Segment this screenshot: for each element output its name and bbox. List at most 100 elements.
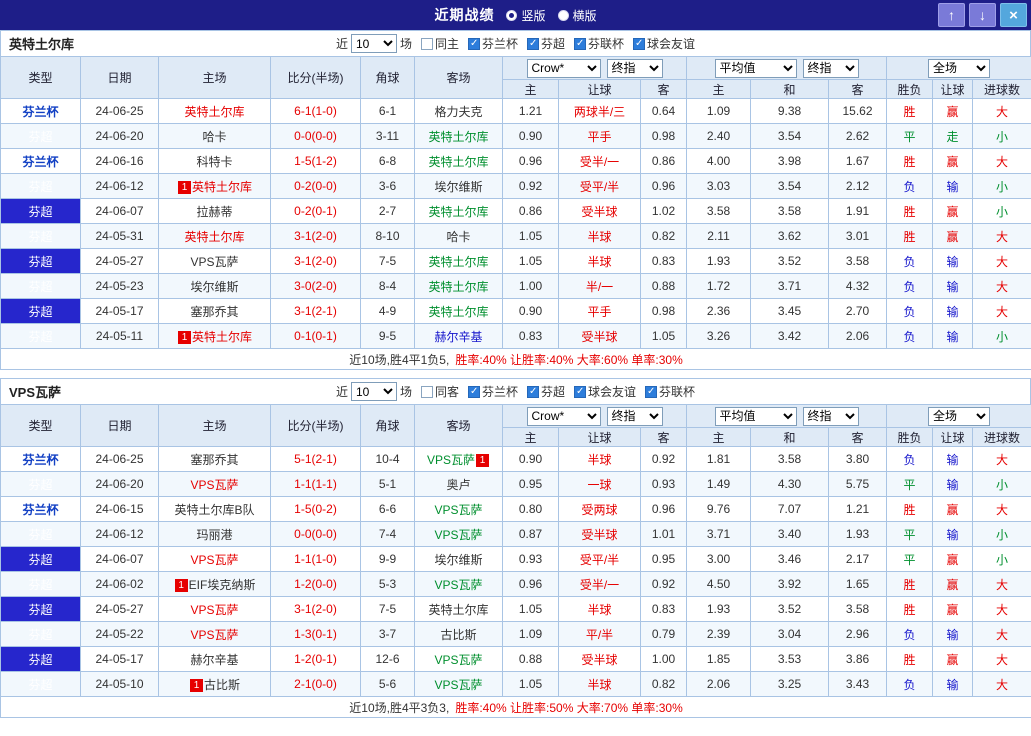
filter-option-1[interactable]: 芬兰杯 xyxy=(467,383,518,400)
team-link[interactable]: 英特土尔库 xyxy=(428,280,488,294)
match-row: 芬兰杯 24-06-15 英特土尔库B队 1-5(0-2) 6-6 VPS瓦萨 0.80 受两… xyxy=(0,496,1031,522)
home-team-cell: 1 古比斯 xyxy=(158,671,271,697)
checkbox-checked-icon[interactable] xyxy=(527,385,539,398)
team-link[interactable]: 英特土尔库 xyxy=(428,130,488,144)
match-date-cell: 24-05-22 xyxy=(80,621,159,647)
team-link[interactable]: 埃尔维斯 xyxy=(434,553,482,567)
scroll-up-button[interactable]: ↑ xyxy=(938,3,965,27)
radio-horizontal[interactable]: 横版 xyxy=(557,7,597,24)
summary-cell: 近10场,胜4平1负5, 胜率:40% 让胜率:40% 大率:60% 单率:30% xyxy=(0,348,1031,370)
corners-cell: 6-6 xyxy=(360,496,415,522)
team-link[interactable]: 哈卡 xyxy=(446,230,470,244)
filter-option-1[interactable]: 芬兰杯 xyxy=(467,35,518,52)
checkbox-checked-icon[interactable] xyxy=(574,37,587,50)
avg-home-odds-cell: 1.72 xyxy=(686,273,752,299)
filter-option-3[interactable]: 芬联杯 xyxy=(574,35,624,52)
team-link[interactable]: VPS瓦萨 xyxy=(434,653,482,667)
team-link[interactable]: VPS瓦萨 xyxy=(434,528,482,542)
filter-option-0[interactable]: 同主 xyxy=(420,35,459,52)
bookmaker-select[interactable]: Crow* xyxy=(526,58,601,78)
matches-label: 场 xyxy=(399,385,412,399)
filter-option-2[interactable]: 芬超 xyxy=(527,383,565,400)
team-link[interactable]: 塞那乔其 xyxy=(190,305,238,319)
checkbox-checked-icon[interactable] xyxy=(527,37,539,50)
column-header: 类型 xyxy=(0,56,81,99)
team-link[interactable]: 埃尔维斯 xyxy=(190,280,238,294)
final-index-select-2[interactable]: 终指 xyxy=(802,406,859,426)
column-header: 日期 xyxy=(80,404,159,447)
team-link[interactable]: 玛丽港 xyxy=(196,528,232,542)
full-match-select[interactable]: 全场 xyxy=(928,406,991,426)
checkbox-checked-icon[interactable] xyxy=(574,385,587,398)
checkbox-checked-icon[interactable] xyxy=(633,37,646,50)
team-link[interactable]: VPS瓦萨 xyxy=(434,678,482,692)
team-link[interactable]: VPS瓦萨 xyxy=(190,553,238,567)
team-link[interactable]: 英特土尔库 xyxy=(428,205,488,219)
team-link[interactable]: 赫尔辛基 xyxy=(190,653,238,667)
filter-option-4[interactable]: 球会友谊 xyxy=(633,35,695,52)
team-link[interactable]: 赫尔辛基 xyxy=(434,330,482,344)
team-link[interactable]: 英特土尔库 xyxy=(428,305,488,319)
bookmaker-select[interactable]: Crow* xyxy=(526,406,601,426)
average-select[interactable]: 平均值 xyxy=(714,406,797,426)
team-section-1: VPS瓦萨近10场同客芬兰杯芬超球会友谊芬联杯类型日期主场比分(半场)角球客场C… xyxy=(0,378,1031,718)
final-index-select[interactable]: 终指 xyxy=(606,58,663,78)
corners-cell: 7-4 xyxy=(360,521,415,547)
team-link[interactable]: 英特土尔库 xyxy=(192,330,252,344)
recent-count-select[interactable]: 10 xyxy=(350,34,397,53)
filter-option-2[interactable]: 芬超 xyxy=(527,35,565,52)
handicap-result-cell: 赢 xyxy=(932,571,974,597)
average-select[interactable]: 平均值 xyxy=(714,58,797,78)
checkbox-unchecked-icon[interactable] xyxy=(420,37,433,50)
team-link[interactable]: VPS瓦萨 xyxy=(427,453,475,467)
team-link[interactable]: VPS瓦萨 xyxy=(190,603,238,617)
home-odds-cell: 0.93 xyxy=(502,546,559,572)
home-odds-cell: 1.05 xyxy=(502,248,559,274)
team-link[interactable]: 科特卡 xyxy=(196,155,232,169)
scroll-down-button[interactable]: ↓ xyxy=(969,3,996,27)
team-link[interactable]: EIF埃克纳斯 xyxy=(189,578,256,592)
team-link[interactable]: 格力夫克 xyxy=(434,105,482,119)
sub-column-header: 客 xyxy=(828,79,888,99)
team-link[interactable]: 英特土尔库 xyxy=(184,230,244,244)
checkbox-checked-icon[interactable] xyxy=(645,385,658,398)
team-link[interactable]: VPS瓦萨 xyxy=(190,255,238,269)
full-match-select[interactable]: 全场 xyxy=(928,58,991,78)
team-link[interactable]: 古比斯 xyxy=(204,678,240,692)
team-link[interactable]: VPS瓦萨 xyxy=(190,628,238,642)
team-link[interactable]: VPS瓦萨 xyxy=(190,478,238,492)
filter-option-3[interactable]: 球会友谊 xyxy=(574,383,636,400)
close-button[interactable]: × xyxy=(1000,3,1027,27)
team-link[interactable]: 拉赫蒂 xyxy=(196,205,232,219)
team-link[interactable]: VPS瓦萨 xyxy=(434,578,482,592)
checkbox-checked-icon[interactable] xyxy=(467,385,480,398)
team-link[interactable]: 奥卢 xyxy=(446,478,470,492)
radio-vertical[interactable]: 竖版 xyxy=(506,7,546,24)
checkbox-checked-icon[interactable] xyxy=(467,37,480,50)
final-index-select[interactable]: 终指 xyxy=(606,406,663,426)
team-link[interactable]: 英特土尔库 xyxy=(428,255,488,269)
match-row: 芬超 24-05-17 赫尔辛基 1-2(0-1) 12-6 VPS瓦萨 0.88 受半球 1.… xyxy=(0,646,1031,672)
league-type-cell: 芬超 xyxy=(0,521,81,547)
filter-option-0[interactable]: 同客 xyxy=(420,383,459,400)
team-link[interactable]: 英特土尔库 xyxy=(192,180,252,194)
team-link[interactable]: 埃尔维斯 xyxy=(434,180,482,194)
league-type-cell: 芬超 xyxy=(0,596,81,622)
checkbox-unchecked-icon[interactable] xyxy=(420,385,433,398)
team-link[interactable]: 英特土尔库B队 xyxy=(174,503,254,517)
filter-controls: 近10场 同主 芬兰杯 芬超 芬联杯 球会友谊 xyxy=(336,34,695,53)
corners-cell: 8-4 xyxy=(360,273,415,299)
team-link[interactable]: 古比斯 xyxy=(440,628,476,642)
sub-column-header: 主 xyxy=(686,427,752,447)
handicap-cell: 受半/一 xyxy=(558,148,641,174)
team-link[interactable]: 塞那乔其 xyxy=(190,453,238,467)
final-index-select-2[interactable]: 终指 xyxy=(802,58,859,78)
team-link[interactable]: VPS瓦萨 xyxy=(434,503,482,517)
team-link[interactable]: 哈卡 xyxy=(202,130,226,144)
team-link[interactable]: 英特土尔库 xyxy=(184,105,244,119)
team-link[interactable]: 英特土尔库 xyxy=(428,155,488,169)
team-link[interactable]: 英特土尔库 xyxy=(428,603,488,617)
filter-option-4[interactable]: 芬联杯 xyxy=(645,383,695,400)
recent-count-select[interactable]: 10 xyxy=(350,382,397,401)
avg-draw-odds-cell: 3.62 xyxy=(750,223,830,249)
